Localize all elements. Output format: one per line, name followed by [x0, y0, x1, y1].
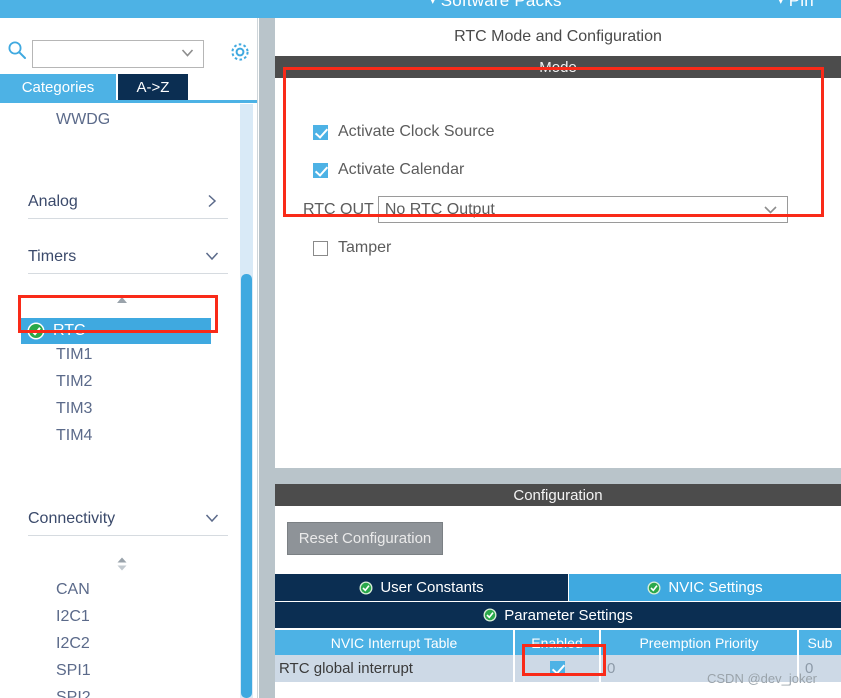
configuration-panel: RTC Mode and Configuration Mode Activate… — [259, 18, 841, 698]
tab-a-to-z[interactable]: A->Z — [118, 74, 188, 100]
search-row — [0, 18, 257, 68]
column-header-sub[interactable]: Sub — [799, 630, 841, 655]
reset-configuration-button[interactable]: Reset Configuration — [287, 522, 443, 555]
checkbox-icon[interactable] — [313, 162, 328, 178]
divider — [28, 535, 228, 536]
check-circle-icon — [27, 322, 45, 340]
reset-configuration-button-label: Reset Configuration — [298, 530, 432, 547]
chevron-down-icon — [204, 510, 220, 526]
checkbox-icon[interactable] — [313, 124, 328, 140]
scroll-up-arrow-icon[interactable] — [114, 295, 130, 309]
sidebar-item-spi1[interactable]: SPI1 — [56, 662, 91, 680]
checkbox-activate-clock-source[interactable]: Activate Clock Source — [313, 123, 495, 141]
nvic-enabled-checkbox[interactable] — [515, 655, 599, 682]
tab-parameter-settings[interactable]: Parameter Settings — [275, 602, 841, 628]
checkbox-icon[interactable] — [313, 240, 328, 256]
tree-group-analog[interactable]: Analog — [28, 193, 228, 227]
configuration-section-header: Configuration — [275, 484, 841, 506]
checkbox-activate-calendar[interactable]: Activate Calendar — [313, 161, 464, 179]
tree-scrollbar-thumb[interactable] — [241, 274, 252, 698]
component-tree-panel: Categories A->Z WWDG Analog Timers RTC T… — [0, 18, 258, 698]
tree-group-connectivity-label: Connectivity — [28, 510, 116, 527]
tab-parameter-settings-label: Parameter Settings — [504, 606, 633, 624]
sidebar-item-spi2[interactable]: SPI2 — [56, 689, 91, 698]
rtc-out-row: RTC OUT No RTC Output — [303, 196, 788, 223]
sidebar-item-i2c2[interactable]: I2C2 — [56, 635, 90, 653]
search-icon[interactable] — [7, 40, 27, 60]
watermark: CSDN @dev_joker — [707, 671, 818, 686]
category-tabs: Categories A->Z — [0, 74, 257, 103]
configuration-body: Reset Configuration User Constants NVIC … — [275, 506, 841, 698]
rtc-out-dropdown[interactable]: No RTC Output — [377, 196, 788, 223]
column-header-preemption-priority[interactable]: Preemption Priority — [601, 630, 797, 655]
panel-divider — [275, 468, 841, 484]
chevron-down-icon[interactable] — [180, 45, 195, 60]
tab-nvic-settings[interactable]: NVIC Settings — [569, 574, 841, 601]
configuration-section-header-label: Configuration — [513, 486, 603, 504]
sidebar-item-tim2[interactable]: TIM2 — [56, 373, 92, 391]
tab-categories[interactable]: Categories — [0, 74, 116, 100]
tab-nvic-settings-label: NVIC Settings — [668, 579, 763, 596]
chevron-down-icon: ▾ — [778, 0, 784, 7]
check-circle-icon — [647, 581, 661, 595]
sidebar-item-rtc[interactable]: RTC — [21, 318, 211, 344]
tree-group-analog-label: Analog — [28, 193, 78, 210]
menu-item-software-packs[interactable]: ▾ Software Packs — [430, 0, 562, 11]
sidebar-item-can[interactable]: CAN — [56, 581, 90, 599]
tree-group-timers[interactable]: Timers — [28, 248, 228, 282]
stm32cubemx-window: ▾ Software Packs ▾ Pin Categories A->Z W… — [0, 0, 841, 698]
checkbox-activate-calendar-label: Activate Calendar — [338, 161, 465, 178]
chevron-down-icon — [204, 248, 220, 264]
mode-panel: Activate Clock Source Activate Calendar … — [275, 78, 841, 468]
top-menu-bar: ▾ Software Packs ▾ Pin — [0, 0, 841, 18]
checkbox-activate-clock-source-label: Activate Clock Source — [338, 123, 495, 140]
mode-section-header-label: Mode — [539, 58, 577, 76]
menu-item-software-packs-label: Software Packs — [440, 0, 562, 10]
column-header-nvic-interrupt-table[interactable]: NVIC Interrupt Table — [275, 630, 513, 655]
checkbox-tamper[interactable]: Tamper — [313, 239, 391, 257]
configuration-tabs: User Constants NVIC Settings — [275, 574, 841, 601]
checkbox-tamper-label: Tamper — [338, 239, 392, 256]
tab-a-to-z-label: A->Z — [136, 78, 170, 96]
chevron-down-icon[interactable] — [763, 202, 778, 217]
chevron-right-icon — [204, 193, 220, 209]
chevron-down-icon: ▾ — [430, 0, 436, 7]
scroll-updown-arrow-icon[interactable] — [114, 556, 130, 571]
rtc-out-value: No RTC Output — [384, 200, 495, 218]
rtc-out-label: RTC OUT — [303, 200, 374, 218]
sidebar-item-tim3[interactable]: TIM3 — [56, 400, 92, 418]
checkbox-icon[interactable] — [549, 661, 565, 676]
sidebar-item-rtc-label: RTC — [53, 322, 86, 339]
check-circle-icon — [359, 581, 373, 595]
configuration-panel-inner: RTC Mode and Configuration Mode Activate… — [275, 18, 841, 698]
page-title-label: RTC Mode and Configuration — [454, 28, 662, 45]
page-title: RTC Mode and Configuration — [275, 18, 841, 56]
divider — [28, 218, 228, 219]
component-tree: WWDG Analog Timers RTC TIM1 TIM2 TIM3 TI… — [0, 103, 240, 698]
tab-categories-label: Categories — [21, 78, 95, 96]
table-header-row: NVIC Interrupt Table Enabled Preemption … — [275, 630, 841, 655]
mode-section-header: Mode — [275, 56, 841, 78]
sidebar-item-i2c1[interactable]: I2C1 — [56, 608, 90, 626]
column-header-enabled[interactable]: Enabled — [515, 630, 599, 655]
sidebar-item-tim1[interactable]: TIM1 — [56, 346, 92, 364]
search-input[interactable] — [32, 40, 204, 68]
tree-group-connectivity[interactable]: Connectivity — [28, 510, 228, 544]
menu-item-pinout[interactable]: ▾ Pin — [778, 0, 814, 11]
menu-item-pinout-label: Pin — [788, 0, 814, 10]
tab-user-constants[interactable]: User Constants — [275, 574, 568, 601]
tree-group-timers-label: Timers — [28, 248, 77, 265]
tab-user-constants-label: User Constants — [380, 579, 484, 596]
check-circle-icon — [483, 608, 497, 622]
divider — [28, 273, 228, 274]
cell-interrupt-name: RTC global interrupt — [275, 655, 513, 682]
sidebar-item-tim4[interactable]: TIM4 — [56, 427, 92, 445]
tree-leaf-wwdg[interactable]: WWDG — [56, 111, 110, 129]
gear-icon[interactable] — [228, 40, 252, 64]
